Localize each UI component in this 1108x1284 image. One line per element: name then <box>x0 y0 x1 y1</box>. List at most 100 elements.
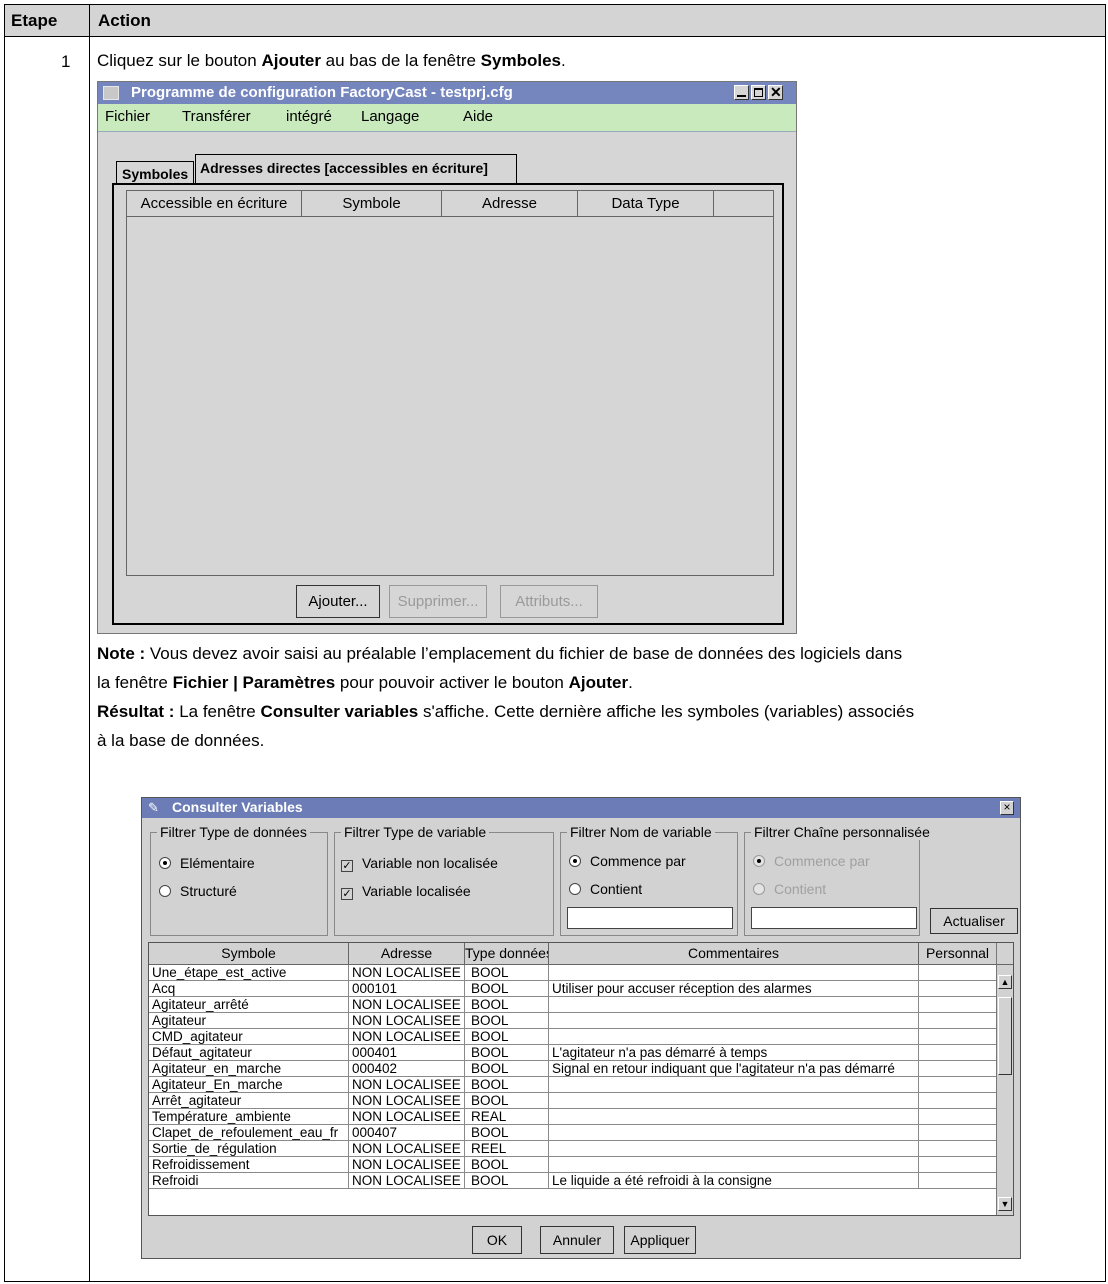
radio-icon <box>753 883 765 895</box>
cell-adresse: NON LOCALISEE <box>349 1141 465 1157</box>
radio-structure[interactable]: Structuré <box>159 883 237 899</box>
table-row[interactable]: Agitateur_En_marche NON LOCALISEE BOOL <box>149 1077 997 1093</box>
maximize-icon[interactable] <box>751 85 766 100</box>
menu-langage[interactable]: Langage <box>361 108 419 125</box>
radio-chaine-contient[interactable]: Contient <box>753 881 826 897</box>
radio-contient-label: Contient <box>590 881 643 897</box>
radio-elementaire[interactable]: Elémentaire <box>159 855 255 871</box>
table-row[interactable]: Agitateur_arrêté NON LOCALISEE BOOL <box>149 997 997 1013</box>
menu-fichier[interactable]: Fichier <box>105 108 150 125</box>
radio-chaine-contient-label: Contient <box>774 881 827 897</box>
col-type-donnees[interactable]: Type données <box>465 943 549 965</box>
vertical-scrollbar[interactable]: ▲ ▼ <box>996 965 1013 1215</box>
system-menu-icon[interactable] <box>103 86 119 100</box>
col-commentaires[interactable]: Commentaires <box>549 943 919 965</box>
column-divider <box>89 5 90 1281</box>
col-accessible[interactable]: Accessible en écriture <box>127 191 302 217</box>
cell-type: BOOL <box>465 1029 549 1045</box>
table-row[interactable]: Refroidi NON LOCALISEE BOOL Le liquide a ét… <box>149 1173 997 1189</box>
nom-variable-input[interactable] <box>567 907 733 929</box>
table-row[interactable]: Refroidissement NON LOCALISEE BOOL <box>149 1157 997 1173</box>
menu-bar: Fichier Transférer intégré Langage Aide <box>98 104 796 132</box>
ajouter-button[interactable]: Ajouter... <box>296 585 380 618</box>
cell-symbole: Défaut_agitateur <box>149 1045 349 1061</box>
app-icon: ✎ <box>148 800 159 815</box>
cell-symbole: Agitateur <box>149 1013 349 1029</box>
table-row[interactable]: Une_étape_est_active NON LOCALISEE BOOL <box>149 965 997 981</box>
actualiser-button[interactable]: Actualiser <box>930 908 1018 934</box>
col-personnal[interactable]: Personnal <box>919 943 997 965</box>
close-icon[interactable]: × <box>1000 801 1014 815</box>
table-row[interactable]: Arrêt_agitateur NON LOCALISEE BOOL <box>149 1093 997 1109</box>
scroll-down-icon[interactable]: ▼ <box>998 1197 1012 1211</box>
cell-symbole: Agitateur_en_marche <box>149 1061 349 1077</box>
scroll-up-icon[interactable]: ▲ <box>998 975 1012 989</box>
table-row[interactable]: Sortie_de_régulation NON LOCALISEE REEL <box>149 1141 997 1157</box>
symbols-grid[interactable]: Accessible en écriture Symbole Adresse D… <box>126 190 774 576</box>
radio-icon <box>569 883 581 895</box>
annuler-button[interactable]: Annuler <box>540 1226 614 1254</box>
instruction-text: Cliquez sur le bouton Ajouter au bas de … <box>97 51 566 71</box>
minimize-icon[interactable] <box>734 85 749 100</box>
table-row[interactable]: Agitateur_en_marche 000402 BOOL Signal en r… <box>149 1061 997 1077</box>
col-symbole[interactable]: Symbole <box>302 191 442 217</box>
result-text-1a: La fenêtre <box>174 702 261 721</box>
chaine-input[interactable] <box>751 907 917 929</box>
cell-personnal <box>919 1077 997 1093</box>
cell-type: BOOL <box>465 1125 549 1141</box>
radio-commence-par-label: Commence par <box>590 853 686 869</box>
checkbox-localisee-label: Variable localisée <box>362 883 471 899</box>
variables-grid[interactable]: Symbole Adresse Type données Commentaire… <box>148 942 1014 1216</box>
checkbox-variable-non-localisee[interactable]: ✓ Variable non localisée <box>341 855 498 872</box>
table-row[interactable]: Température_ambiente NON LOCALISEE REAL <box>149 1109 997 1125</box>
table-row[interactable]: Acq 000101 BOOL Utiliser pour accuser récep… <box>149 981 997 997</box>
cell-symbole: Sortie_de_régulation <box>149 1141 349 1157</box>
table-row[interactable]: Défaut_agitateur 000401 BOOL L'agitateur n'… <box>149 1045 997 1061</box>
cell-commentaire: Signal en retour indiquant que l'agitate… <box>549 1061 919 1077</box>
cell-personnal <box>919 1141 997 1157</box>
col-adresse[interactable]: Adresse <box>349 943 465 965</box>
instruction-post: . <box>560 51 566 70</box>
cell-commentaire <box>549 1125 919 1141</box>
cell-commentaire <box>549 965 919 981</box>
radio-icon <box>159 885 171 897</box>
result-text-1b: s'affiche. Cette dernière affiche les sy… <box>418 702 915 721</box>
menu-transferer[interactable]: Transférer <box>182 108 251 125</box>
ok-button[interactable]: OK <box>472 1226 522 1254</box>
checkbox-variable-localisee[interactable]: ✓ Variable localisée <box>341 883 471 900</box>
menu-integre[interactable]: intégré <box>286 108 332 125</box>
consulter-variables-window: ✎ Consulter Variables × Filtrer Type de … <box>141 797 1021 1259</box>
appliquer-button[interactable]: Appliquer <box>624 1226 696 1254</box>
variables-rows: Une_étape_est_active NON LOCALISEE BOOL Acq… <box>149 965 997 1215</box>
cell-adresse: NON LOCALISEE <box>349 1013 465 1029</box>
cell-adresse: NON LOCALISEE <box>349 1173 465 1189</box>
cell-adresse: NON LOCALISEE <box>349 997 465 1013</box>
col-symbole[interactable]: Symbole <box>149 943 349 965</box>
radio-commence-par[interactable]: Commence par <box>569 853 686 869</box>
tab-adresses-directes[interactable]: Adresses directes [accessibles en écritu… <box>195 154 517 184</box>
menu-aide[interactable]: Aide <box>463 108 493 125</box>
cell-commentaire <box>549 1109 919 1125</box>
note-text-1: Vous devez avoir saisi au préalable l’em… <box>145 644 903 663</box>
cell-symbole: Refroidi <box>149 1173 349 1189</box>
radio-chaine-commence-par[interactable]: Commence par <box>753 853 870 869</box>
table-row[interactable]: CMD_agitateur NON LOCALISEE BOOL <box>149 1029 997 1045</box>
radio-contient[interactable]: Contient <box>569 881 642 897</box>
cell-type: BOOL <box>465 1077 549 1093</box>
cell-type: REEL <box>465 1141 549 1157</box>
close-icon[interactable]: ✕ <box>768 84 783 100</box>
cell-adresse: NON LOCALISEE <box>349 965 465 981</box>
col-adresse[interactable]: Adresse <box>442 191 578 217</box>
cell-type: BOOL <box>465 1061 549 1077</box>
cell-commentaire: L'agitateur n'a pas démarré à temps <box>549 1045 919 1061</box>
cell-commentaire <box>549 1141 919 1157</box>
filter-nom-variable-label: Filtrer Nom de variable <box>567 824 715 840</box>
scroll-thumb[interactable] <box>998 997 1012 1075</box>
supprimer-button[interactable]: Supprimer... <box>389 585 487 618</box>
attributs-button[interactable]: Attributs... <box>500 585 598 618</box>
tab-adresses-label: Adresses directes [accessibles en écritu… <box>200 160 488 176</box>
note-label: Note : <box>97 644 146 663</box>
table-row[interactable]: Agitateur NON LOCALISEE BOOL <box>149 1013 997 1029</box>
col-data-type[interactable]: Data Type <box>578 191 714 217</box>
table-row[interactable]: Clapet_de_refoulement_eau_fr 000407 BOOL <box>149 1125 997 1141</box>
